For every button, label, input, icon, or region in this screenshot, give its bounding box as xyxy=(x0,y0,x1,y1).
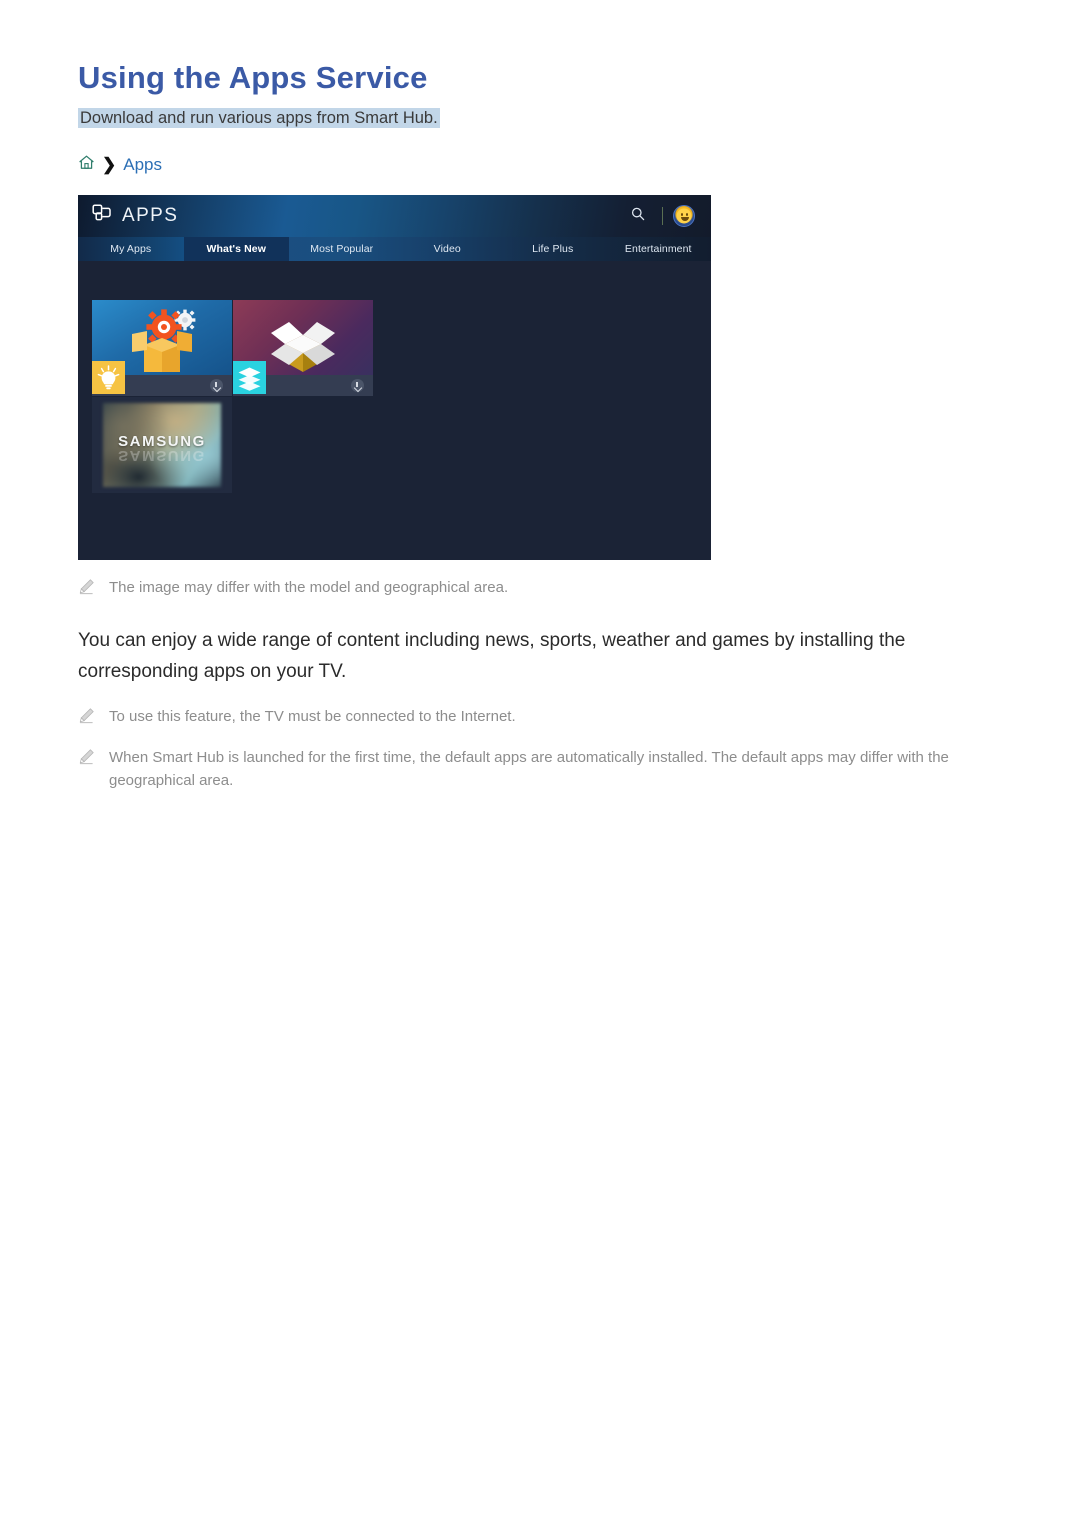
tab-video[interactable]: Video xyxy=(395,237,501,261)
page-subtitle: Download and run various apps from Smart… xyxy=(78,107,440,128)
tab-entertainment[interactable]: Entertainment xyxy=(606,237,712,261)
tab-life-plus[interactable]: Life Plus xyxy=(500,237,606,261)
layers-icon xyxy=(233,361,266,395)
lightbulb-icon xyxy=(92,361,125,395)
note-text: To use this feature, the TV must be conn… xyxy=(109,707,516,725)
note-text: The image may differ with the model and … xyxy=(109,579,509,597)
pencil-icon xyxy=(78,578,95,600)
header-divider xyxy=(662,207,663,226)
content-column: Using the Apps Service Download and run … xyxy=(78,60,1018,792)
apps-logo-text: APPS xyxy=(122,205,179,227)
apps-logo: APPS xyxy=(92,203,178,229)
search-icon[interactable] xyxy=(620,206,656,227)
pencil-icon xyxy=(78,748,95,770)
app-tile-row xyxy=(92,300,382,397)
avatar-face xyxy=(676,208,692,224)
apps-category-tabs: My Apps What's New Most Popular Video Li… xyxy=(78,237,712,262)
document-page: Using the Apps Service Download and run … xyxy=(0,0,1080,1527)
note-image-disclaimer: The image may differ with the model and … xyxy=(78,576,1018,600)
avatar-eye-left xyxy=(681,213,683,216)
user-avatar-icon[interactable] xyxy=(673,205,695,228)
app-tile-row: SAMSUNG SAMSUNG xyxy=(92,397,382,494)
app-tile-gear-box[interactable] xyxy=(92,300,232,397)
breadcrumb: ❯ Apps xyxy=(78,153,1018,177)
page-subtitle-wrapper: Download and run various apps from Smart… xyxy=(78,106,1018,132)
pencil-icon xyxy=(78,707,95,729)
app-tile-open-box[interactable] xyxy=(233,300,373,397)
tab-most-popular[interactable]: Most Popular xyxy=(289,237,395,261)
apps-header-bar: APPS xyxy=(78,195,711,238)
app-tile-grid: SAMSUNG SAMSUNG xyxy=(92,300,382,494)
breadcrumb-item-apps[interactable]: Apps xyxy=(123,155,162,175)
body-paragraph: You can enjoy a wide range of content in… xyxy=(78,630,906,682)
breadcrumb-separator-icon: ❯ xyxy=(102,155,117,175)
tab-my-apps[interactable]: My Apps xyxy=(78,237,184,261)
apps-logo-icon xyxy=(92,203,113,229)
notes-list: To use this feature, the TV must be conn… xyxy=(78,705,1018,793)
page-title: Using the Apps Service xyxy=(78,60,428,95)
samsung-brand-reflection: SAMSUNG xyxy=(118,447,206,465)
apps-header-actions xyxy=(620,205,695,228)
app-tile-samsung[interactable]: SAMSUNG SAMSUNG xyxy=(92,397,232,494)
note-default-apps: When Smart Hub is launched for the first… xyxy=(78,746,1018,793)
note-text: When Smart Hub is launched for the first… xyxy=(109,748,949,789)
tv-apps-screen-mockup: APPS My Apps What's New Most Popular Vid… xyxy=(78,195,712,561)
home-icon[interactable] xyxy=(78,154,95,176)
app-tile-placeholder xyxy=(233,397,373,493)
note-internet-required: To use this feature, the TV must be conn… xyxy=(78,705,1018,729)
avatar-eye-right xyxy=(686,213,688,216)
tab-whats-new[interactable]: What's New xyxy=(183,237,289,262)
